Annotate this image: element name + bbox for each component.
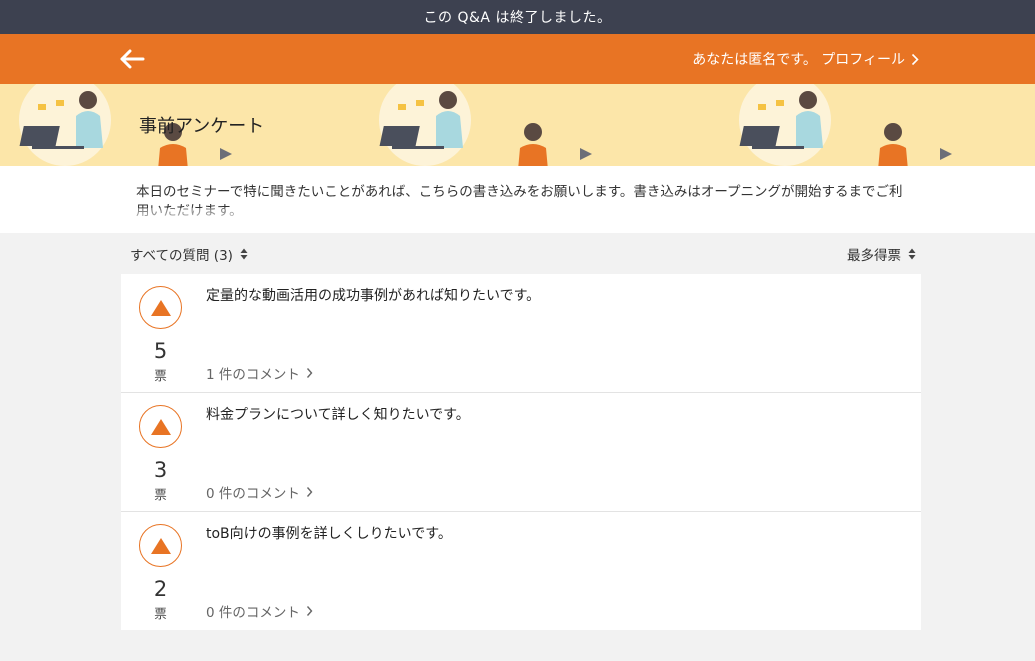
- question-list: 5 票 定量的な動画活用の成功事例があれば知りたいです。 1 件のコメント 3 …: [121, 274, 921, 630]
- question-item: 5 票 定量的な動画活用の成功事例があれば知りたいです。 1 件のコメント: [121, 274, 921, 393]
- question-filter-dropdown[interactable]: すべての質問 (3): [130, 244, 248, 264]
- question-item: 2 票 toB向けの事例を詳しくしりたいです。 0 件のコメント: [121, 512, 921, 630]
- question-text: 料金プランについて詳しく知りたいです。: [206, 407, 470, 423]
- comments-count: 0 件のコメント: [206, 605, 300, 621]
- event-description: 本日のセミナーで特に聞きたいことがあれば、こちらの書き込みをお願いします。書き込…: [0, 166, 1035, 233]
- triangle-up-icon: [150, 299, 171, 316]
- vote-count: 5: [153, 339, 168, 363]
- chevron-right-icon: [911, 53, 919, 66]
- profile-link-label: あなたは匿名です。 プロフィール: [692, 52, 905, 68]
- comments-count: 0 件のコメント: [206, 486, 300, 502]
- vote-unit: 票: [154, 368, 167, 383]
- page-title: 事前アンケート: [139, 116, 265, 137]
- upvote-button[interactable]: [139, 405, 182, 448]
- session-ended-notice: この Q&A は終了しました。: [0, 0, 1035, 34]
- comments-link[interactable]: 1 件のコメント: [206, 363, 313, 383]
- chevron-right-icon: [306, 605, 313, 617]
- sort-updown-icon: [908, 248, 916, 260]
- comments-link[interactable]: 0 件のコメント: [206, 482, 313, 502]
- chevron-right-icon: [306, 367, 313, 379]
- description-fade: [0, 208, 1035, 233]
- question-item: 3 票 料金プランについて詳しく知りたいです。 0 件のコメント: [121, 393, 921, 512]
- question-text: toB向けの事例を詳しくしりたいです。: [206, 526, 452, 542]
- sort-dropdown[interactable]: 最多得票: [847, 244, 916, 264]
- sort-updown-icon: [240, 248, 248, 260]
- app-header: あなたは匿名です。 プロフィール: [0, 34, 1035, 84]
- triangle-up-icon: [150, 537, 171, 554]
- triangle-up-icon: [150, 418, 171, 435]
- vote-unit: 票: [154, 606, 167, 621]
- comments-count: 1 件のコメント: [206, 367, 300, 383]
- comments-link[interactable]: 0 件のコメント: [206, 601, 313, 621]
- vote-count: 2: [153, 577, 168, 601]
- vote-count: 3: [153, 458, 168, 482]
- upvote-button[interactable]: [139, 524, 182, 567]
- banner-illustration: [379, 84, 592, 166]
- list-toolbar: すべての質問 (3) 最多得票: [130, 244, 916, 264]
- question-text: 定量的な動画活用の成功事例があれば知りたいです。: [206, 288, 541, 304]
- sort-label: 最多得票: [847, 248, 901, 264]
- banner-illustration: [739, 84, 952, 166]
- upvote-button[interactable]: [139, 286, 182, 329]
- back-arrow-icon[interactable]: [118, 46, 148, 72]
- banner: 事前アンケート: [0, 84, 1035, 166]
- vote-unit: 票: [154, 487, 167, 502]
- profile-link[interactable]: あなたは匿名です。 プロフィール: [692, 34, 919, 84]
- chevron-right-icon: [306, 486, 313, 498]
- filter-label: すべての質問 (3): [130, 248, 233, 264]
